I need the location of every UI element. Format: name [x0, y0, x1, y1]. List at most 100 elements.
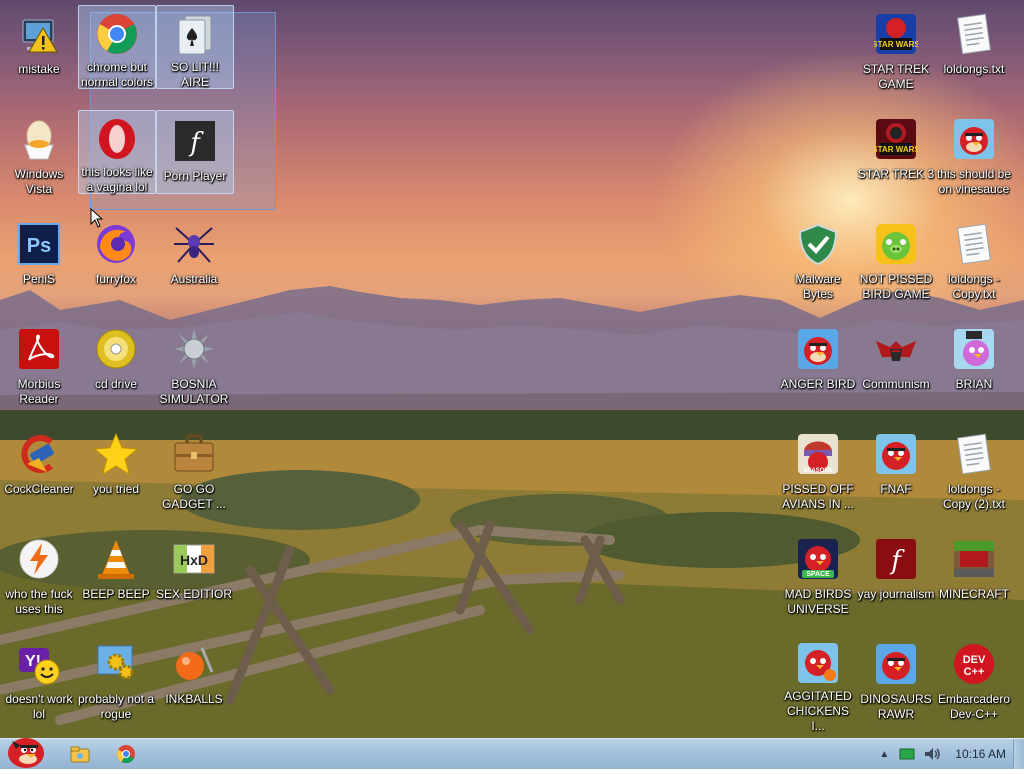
desktop-icon-dinosaurs[interactable]: DINOSAURS RAWR — [858, 634, 934, 734]
icon-label: Morbius Reader — [17, 377, 61, 406]
desktop-icon-anger-bird[interactable]: ANGER BIRD — [780, 319, 856, 419]
start-button[interactable] — [2, 729, 48, 769]
desktop-icon-bosnia[interactable]: BOSNIA SIMULATOR — [156, 319, 232, 419]
taskbar-explorer-button[interactable] — [58, 741, 102, 767]
desktop-icon-probably-not[interactable]: probably not a rogue — [78, 634, 154, 734]
icon-label: loldongs - Copy (2).txt — [942, 482, 1005, 511]
icon-label: GO GO GADGET ... — [162, 482, 226, 511]
desktop[interactable]: mistake Windows Vista Ps PeniS Morbius R… — [0, 0, 1024, 738]
svg-text:HxD: HxD — [180, 552, 208, 568]
desktop-icon-sex-editior[interactable]: HxD SEX EDITIOR — [156, 529, 232, 629]
desktop-icon-morbius[interactable]: Morbius Reader — [1, 319, 77, 419]
svg-text:Ps: Ps — [27, 235, 51, 257]
angry-bird-start-icon — [8, 738, 44, 768]
icon-label: cd drive — [94, 377, 138, 391]
desktop-icon-loldongs-copy[interactable]: loldongs - Copy.txt — [936, 214, 1012, 314]
svg-text:C++: C++ — [964, 666, 985, 678]
briefcase-icon — [170, 430, 218, 478]
taskbar-chrome-button[interactable] — [104, 741, 148, 767]
icon-label: BRIAN — [955, 377, 993, 391]
desktop-icon-malware[interactable]: Malware Bytes — [780, 214, 856, 314]
icon-label: NOT PISSED BIRD GAME — [859, 272, 933, 301]
angry-bird-fnaf-icon — [872, 430, 920, 478]
icon-label: CockCleaner — [4, 482, 74, 496]
icon-label: PISSED OFF AVIANS IN ... — [782, 482, 854, 511]
desktop-icon-loldongs-copy2[interactable]: loldongs - Copy (2).txt — [936, 424, 1012, 524]
desktop-icon-you-tried[interactable]: you tried — [78, 424, 154, 524]
icon-label: who the fuck uses this — [5, 587, 73, 616]
icon-label: FNAF — [880, 482, 912, 496]
show-hidden-icons-button[interactable]: ▲ — [879, 749, 889, 760]
star-wars-game-icon: STAR WARS — [872, 10, 920, 58]
icon-label: DINOSAURS RAWR — [860, 692, 932, 721]
desktop-icon-doesnt-work[interactable]: Y! doesn't work lol — [1, 634, 77, 734]
desktop-icon-opera[interactable]: this looks like a vagina lol — [78, 110, 156, 194]
desktop-icon-inkballs[interactable]: INKBALLS — [156, 634, 232, 734]
shield-icon — [794, 220, 842, 268]
desktop-icon-who-uses[interactable]: who the fuck uses this — [1, 529, 77, 629]
desktop-icon-fnaf[interactable]: FNAF — [858, 424, 934, 524]
desktop-icon-beep[interactable]: BEEP BEEP — [78, 529, 154, 629]
desktop-icon-startrek-game[interactable]: STAR WARS STAR TREK GAME — [858, 4, 934, 104]
gears-icon — [92, 640, 140, 688]
desktop-icon-not-pissed[interactable]: NOT PISSED BIRD GAME — [858, 214, 934, 314]
devcpp-icon: DEV C++ — [950, 640, 998, 688]
angry-bird-icon — [950, 115, 998, 163]
svg-text:DEV: DEV — [963, 654, 986, 666]
desktop-icon-porn-player[interactable]: f Porn Player — [156, 110, 234, 194]
desktop-icon-pissed-off[interactable]: SEASONS PISSED OFF AVIANS IN ... — [780, 424, 856, 524]
desktop-icon-startrek3[interactable]: STAR WARS STAR TREK 3 — [858, 109, 934, 209]
desktop-icon-furryfox[interactable]: furryfox — [78, 214, 154, 314]
vlc-cone-icon — [92, 535, 140, 583]
volume-icon[interactable] — [923, 746, 941, 762]
clock[interactable]: 10:16 AM — [955, 747, 1006, 761]
icon-label: chrome but normal colors — [80, 60, 154, 89]
desktop-icon-mad-birds[interactable]: SPACE MAD BIRDS UNIVERSE — [780, 529, 856, 629]
desktop-icon-loldongs[interactable]: loldongs.txt — [936, 4, 1012, 104]
desktop-icon-cockcleaner[interactable]: CockCleaner — [1, 424, 77, 524]
taskbar: ▲ 10:16 AM — [0, 738, 1024, 769]
desktop-icon-yay-journalism[interactable]: f yay journalism — [858, 529, 934, 629]
icon-label: AGGITATED CHICKENS I... — [784, 689, 852, 733]
star-wars-dark-icon: STAR WARS — [872, 115, 920, 163]
icon-label: Windows Vista — [14, 167, 64, 196]
hxd-icon: HxD — [170, 535, 218, 583]
desktop-icon-brian[interactable]: BRIAN — [936, 319, 1012, 419]
text-file-icon — [950, 10, 998, 58]
network-icon[interactable] — [899, 747, 915, 761]
show-desktop-button[interactable] — [1013, 739, 1024, 769]
angry-bird-purple-icon — [950, 325, 998, 373]
desktop-icon-vinesauce[interactable]: this should be on vinesauce — [936, 109, 1012, 209]
icon-label: SO LIT!!! AIRE — [170, 60, 219, 89]
flash-player-icon: f — [171, 117, 219, 165]
desktop-icon-solit[interactable]: SO LIT!!! AIRE — [156, 5, 234, 89]
desktop-icon-embarcadero[interactable]: DEV C++ Embarcadero Dev-C++ — [936, 634, 1012, 734]
desktop-icon-windows-vista[interactable]: Windows Vista — [1, 109, 77, 209]
bad-piggies-icon — [872, 220, 920, 268]
icon-label: BEEP BEEP — [82, 587, 150, 601]
desktop-icon-aggitated[interactable]: AGGITATED CHICKENS I... — [780, 634, 856, 734]
icon-label: INKBALLS — [165, 692, 223, 706]
spider-icon — [170, 220, 218, 268]
icon-label: doesn't work lol — [5, 692, 73, 721]
desktop-icon-chrome[interactable]: chrome but normal colors — [78, 5, 156, 89]
icon-label: furryfox — [95, 272, 136, 286]
computer-warning-icon — [15, 10, 63, 58]
icon-label: loldongs - Copy.txt — [947, 272, 1001, 301]
desktop-icon-mistake[interactable]: mistake — [1, 4, 77, 104]
system-tray: ▲ 10:16 AM — [879, 739, 1006, 769]
spiked-ball-icon — [170, 325, 218, 373]
inkball-icon — [170, 640, 218, 688]
desktop-icon-communism[interactable]: Communism — [858, 319, 934, 419]
desktop-icon-australia[interactable]: Australia — [156, 214, 232, 314]
icon-label: Australia — [170, 272, 218, 286]
desktop-icon-penis[interactable]: Ps PeniS — [1, 214, 77, 314]
desktop-icon-cd-drive[interactable]: cd drive — [78, 319, 154, 419]
desktop-icon-minecraft[interactable]: MINECRAFT — [936, 529, 1012, 629]
desktop-icon-gogo[interactable]: GO GO GADGET ... — [156, 424, 232, 524]
icon-label: yay journalism — [857, 587, 935, 601]
solitaire-icon — [171, 12, 219, 56]
angry-birds-space-icon: SPACE — [794, 535, 842, 583]
chrome-icon — [116, 745, 135, 764]
icon-label: Embarcadero Dev-C++ — [937, 692, 1011, 721]
